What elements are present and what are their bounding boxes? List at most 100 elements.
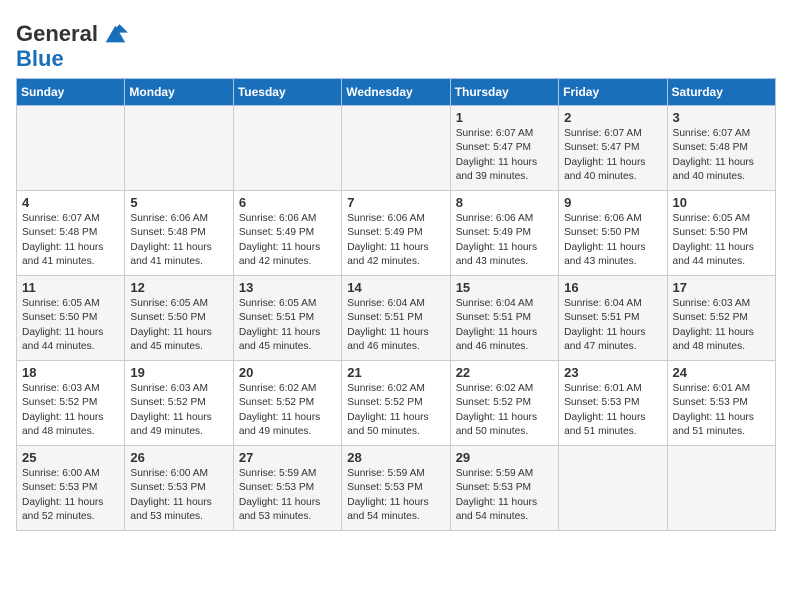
day-number: 9 xyxy=(564,195,662,210)
day-info: Sunrise: 6:06 AMSunset: 5:48 PMDaylight:… xyxy=(130,212,228,269)
day-number: 13 xyxy=(239,280,337,295)
calendar-cell: 2 Sunrise: 6:07 AMSunset: 5:47 PMDaylight… xyxy=(559,106,667,191)
calendar-cell: 1Sunrise: 6:07 AMSunset: 5:47 PMDaylight… xyxy=(450,106,558,191)
calendar-cell: 22 Sunrise: 6:02 AMSunset: 5:52 PMDayligh… xyxy=(450,361,558,446)
calendar-cell: 4Sunrise: 6:07 AMSunset: 5:48 PMDaylight… xyxy=(17,191,125,276)
calendar-cell: 28 Sunrise: 5:59 AMSunset: 5:53 PMDayligh… xyxy=(342,446,450,531)
calendar-cell: 14 Sunrise: 6:04 AMSunset: 5:51 PMDayligh… xyxy=(342,276,450,361)
day-info: Sunrise: 5:59 AMSunset: 5:53 PMDaylight:… xyxy=(239,467,337,524)
day-info: Sunrise: 6:00 AMSunset: 5:53 PMDaylight:… xyxy=(22,467,120,524)
day-info: Sunrise: 6:07 AMSunset: 5:48 PMDaylight:… xyxy=(22,212,120,269)
day-info: Sunrise: 6:04 AMSunset: 5:51 PMDaylight:… xyxy=(456,297,554,354)
calendar-week-row: 1 Sunrise: 6:07 AMSunset: 5:47 PMDaylight… xyxy=(17,106,776,191)
day-info: Sunrise: 6:02 AMSunset: 5:52 PMDaylight:… xyxy=(239,382,337,439)
calendar-cell: 8 Sunrise: 6:06 AMSunset: 5:49 PMDaylight… xyxy=(450,191,558,276)
day-number: 21 xyxy=(347,365,445,380)
day-number: 29 xyxy=(456,450,554,465)
day-number: 17 xyxy=(673,280,771,295)
calendar-cell: 29 Sunrise: 5:59 AMSunset: 5:53 PMDayligh… xyxy=(450,446,558,531)
day-info: Sunrise: 5:59 AMSunset: 5:53 PMDaylight:… xyxy=(456,467,554,524)
day-info: Sunrise: 6:05 AMSunset: 5:50 PMDaylight:… xyxy=(22,297,120,354)
day-info: Sunrise: 6:01 AMSunset: 5:53 PMDaylight:… xyxy=(564,382,662,439)
calendar-cell: 15 Sunrise: 6:04 AMSunset: 5:51 PMDayligh… xyxy=(450,276,558,361)
day-number: 19 xyxy=(130,365,228,380)
day-info: Sunrise: 6:05 AMSunset: 5:50 PMDaylight:… xyxy=(130,297,228,354)
calendar-cell: 26 Sunrise: 6:00 AMSunset: 5:53 PMDayligh… xyxy=(125,446,233,531)
calendar-table: SundayMondayTuesdayWednesdayThursdayFrid… xyxy=(16,78,776,531)
calendar-week-row: 18Sunrise: 6:03 AMSunset: 5:52 PMDayligh… xyxy=(17,361,776,446)
day-number: 11 xyxy=(22,280,120,295)
calendar-cell: 24 Sunrise: 6:01 AMSunset: 5:53 PMDayligh… xyxy=(667,361,775,446)
calendar-week-row: 25 Sunrise: 6:00 AMSunset: 5:53 PMDayligh… xyxy=(17,446,776,531)
day-info: Sunrise: 6:04 AMSunset: 5:51 PMDaylight:… xyxy=(347,297,445,354)
calendar-cell: 19Sunrise: 6:03 AMSunset: 5:52 PMDayligh… xyxy=(125,361,233,446)
day-number: 8 xyxy=(456,195,554,210)
logo: General Blue xyxy=(16,20,128,70)
day-number: 2 xyxy=(564,110,662,125)
day-number: 27 xyxy=(239,450,337,465)
day-number: 7 xyxy=(347,195,445,210)
calendar-cell: 11 Sunrise: 6:05 AMSunset: 5:50 PMDayligh… xyxy=(17,276,125,361)
logo-line2: Blue xyxy=(16,48,64,70)
day-info: Sunrise: 6:04 AMSunset: 5:51 PMDaylight:… xyxy=(564,297,662,354)
calendar-cell xyxy=(17,106,125,191)
calendar-cell: 10 Sunrise: 6:05 AMSunset: 5:50 PMDayligh… xyxy=(667,191,775,276)
logo-icon xyxy=(100,20,128,48)
calendar-week-row: 11 Sunrise: 6:05 AMSunset: 5:50 PMDayligh… xyxy=(17,276,776,361)
day-info: Sunrise: 6:07 AMSunset: 5:48 PMDaylight:… xyxy=(673,127,771,184)
day-number: 15 xyxy=(456,280,554,295)
calendar-week-row: 4Sunrise: 6:07 AMSunset: 5:48 PMDaylight… xyxy=(17,191,776,276)
header-day-friday: Friday xyxy=(559,79,667,106)
day-number: 28 xyxy=(347,450,445,465)
calendar-cell: 3 Sunrise: 6:07 AMSunset: 5:48 PMDaylight… xyxy=(667,106,775,191)
page-header: General Blue xyxy=(16,16,776,70)
calendar-cell: 7 Sunrise: 6:06 AMSunset: 5:49 PMDaylight… xyxy=(342,191,450,276)
header-day-saturday: Saturday xyxy=(667,79,775,106)
day-number: 18 xyxy=(22,365,120,380)
day-number: 10 xyxy=(673,195,771,210)
header-day-tuesday: Tuesday xyxy=(233,79,341,106)
calendar-cell: 27 Sunrise: 5:59 AMSunset: 5:53 PMDayligh… xyxy=(233,446,341,531)
day-info: Sunrise: 6:06 AMSunset: 5:49 PMDaylight:… xyxy=(239,212,337,269)
calendar-cell xyxy=(667,446,775,531)
header-day-thursday: Thursday xyxy=(450,79,558,106)
day-number: 22 xyxy=(456,365,554,380)
calendar-cell: 23 Sunrise: 6:01 AMSunset: 5:53 PMDayligh… xyxy=(559,361,667,446)
day-number: 12 xyxy=(130,280,228,295)
calendar-cell: 18Sunrise: 6:03 AMSunset: 5:52 PMDayligh… xyxy=(17,361,125,446)
calendar-cell: 21 Sunrise: 6:02 AMSunset: 5:52 PMDayligh… xyxy=(342,361,450,446)
day-info: Sunrise: 6:02 AMSunset: 5:52 PMDaylight:… xyxy=(456,382,554,439)
day-info: Sunrise: 6:01 AMSunset: 5:53 PMDaylight:… xyxy=(673,382,771,439)
header-day-wednesday: Wednesday xyxy=(342,79,450,106)
day-info: Sunrise: 6:06 AMSunset: 5:49 PMDaylight:… xyxy=(456,212,554,269)
calendar-cell xyxy=(125,106,233,191)
calendar-cell: 13 Sunrise: 6:05 AMSunset: 5:51 PMDayligh… xyxy=(233,276,341,361)
day-info: Sunrise: 6:06 AMSunset: 5:49 PMDaylight:… xyxy=(347,212,445,269)
day-info: Sunrise: 6:03 AMSunset: 5:52 PMDaylight:… xyxy=(673,297,771,354)
day-info: Sunrise: 6:00 AMSunset: 5:53 PMDaylight:… xyxy=(130,467,228,524)
calendar-cell: 16 Sunrise: 6:04 AMSunset: 5:51 PMDayligh… xyxy=(559,276,667,361)
header-day-sunday: Sunday xyxy=(17,79,125,106)
calendar-cell: 9 Sunrise: 6:06 AMSunset: 5:50 PMDaylight… xyxy=(559,191,667,276)
calendar-cell: 6Sunrise: 6:06 AMSunset: 5:49 PMDaylight… xyxy=(233,191,341,276)
day-info: Sunrise: 6:06 AMSunset: 5:50 PMDaylight:… xyxy=(564,212,662,269)
calendar-cell: 17 Sunrise: 6:03 AMSunset: 5:52 PMDayligh… xyxy=(667,276,775,361)
day-number: 14 xyxy=(347,280,445,295)
header-day-monday: Monday xyxy=(125,79,233,106)
day-number: 16 xyxy=(564,280,662,295)
day-number: 1 xyxy=(456,110,554,125)
day-number: 5 xyxy=(130,195,228,210)
calendar-header-row: SundayMondayTuesdayWednesdayThursdayFrid… xyxy=(17,79,776,106)
day-number: 26 xyxy=(130,450,228,465)
day-info: Sunrise: 6:05 AMSunset: 5:50 PMDaylight:… xyxy=(673,212,771,269)
day-number: 23 xyxy=(564,365,662,380)
logo-line1: General xyxy=(16,23,98,45)
day-info: Sunrise: 5:59 AMSunset: 5:53 PMDaylight:… xyxy=(347,467,445,524)
day-info: Sunrise: 6:02 AMSunset: 5:52 PMDaylight:… xyxy=(347,382,445,439)
day-number: 3 xyxy=(673,110,771,125)
day-number: 24 xyxy=(673,365,771,380)
day-number: 20 xyxy=(239,365,337,380)
day-number: 25 xyxy=(22,450,120,465)
day-info: Sunrise: 6:07 AMSunset: 5:47 PMDaylight:… xyxy=(564,127,662,184)
day-info: Sunrise: 6:05 AMSunset: 5:51 PMDaylight:… xyxy=(239,297,337,354)
